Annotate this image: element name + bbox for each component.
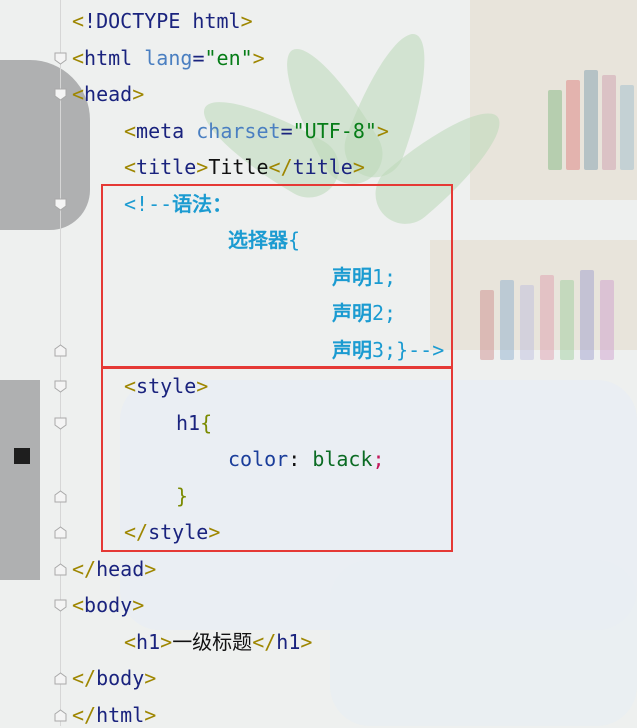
code-line[interactable]: <head> [72,81,144,107]
code-token: > [144,666,157,690]
code-token: html [96,702,145,727]
code-token: title [136,155,197,179]
code-token: > [132,593,145,617]
code-token: </ [72,702,97,727]
code-token: 一级标题 [172,629,253,654]
code-token: Title [208,155,269,179]
style-block-box [101,366,453,552]
code-line[interactable]: <title>Title</title> [124,154,365,180]
code-token: > [132,82,145,106]
fold-close-icon[interactable] [54,708,67,722]
fold-open-icon[interactable] [54,88,67,101]
code-token: > [196,155,209,179]
code-token: lang [144,45,193,70]
code-token: = [192,45,205,70]
code-line[interactable]: <h1>一级标题</h1> [124,629,312,655]
fold-close-icon[interactable] [54,672,67,685]
code-token: charset [196,118,281,143]
code-token: h1 [276,629,301,654]
code-token: > [300,629,313,654]
fold-open-icon[interactable] [54,599,67,612]
code-token: </ [252,629,277,654]
code-token: head [84,82,133,106]
code-token: html [84,45,145,70]
code-token: </ [268,155,293,179]
code-line[interactable]: </head> [72,556,156,582]
code-line[interactable]: </body> [72,665,156,691]
code-token: < [72,9,85,33]
fold-close-icon[interactable] [54,526,67,539]
code-token: < [124,629,137,654]
code-line[interactable]: <meta charset="UTF-8"> [124,118,389,144]
fold-open-icon[interactable] [54,417,67,430]
code-token: < [124,118,137,143]
fold-close-icon[interactable] [54,562,67,576]
code-line[interactable]: <body> [72,592,144,618]
code-token: > [252,45,265,70]
gutter-divider [60,0,61,726]
code-token: < [72,593,85,617]
code-token: > [376,118,389,143]
code-token: head [96,556,145,581]
code-token: </ [72,666,97,690]
code-token: title [292,155,353,179]
code-token: < [124,155,137,179]
code-token: < [72,45,85,70]
code-token: > [144,556,157,581]
code-line[interactable]: <!DOCTYPE html> [72,8,253,34]
fold-open-icon[interactable] [54,380,67,393]
code-token: meta [136,118,197,143]
breakpoint-marker[interactable] [14,448,30,464]
code-token: = [280,118,293,143]
comment-syntax-box [101,183,453,369]
code-token: > [352,155,365,179]
code-token: </ [72,556,97,581]
fold-open-icon[interactable] [54,52,67,65]
fold-close-icon[interactable] [54,489,67,503]
code-token: > [144,702,157,727]
code-token: "UTF-8" [292,118,377,143]
code-line[interactable]: </html> [72,702,156,728]
fold-open-icon[interactable] [54,198,67,211]
code-token: body [84,593,133,617]
code-token: < [72,82,85,106]
code-token: !DOCTYPE html [84,9,241,33]
code-token: > [240,9,253,33]
code-token: body [96,666,145,690]
code-line[interactable]: <html lang="en"> [72,45,265,71]
code-token: h1 [136,629,161,654]
code-token: "en" [204,45,253,70]
fold-close-icon[interactable] [54,343,67,357]
code-token: > [160,629,173,654]
